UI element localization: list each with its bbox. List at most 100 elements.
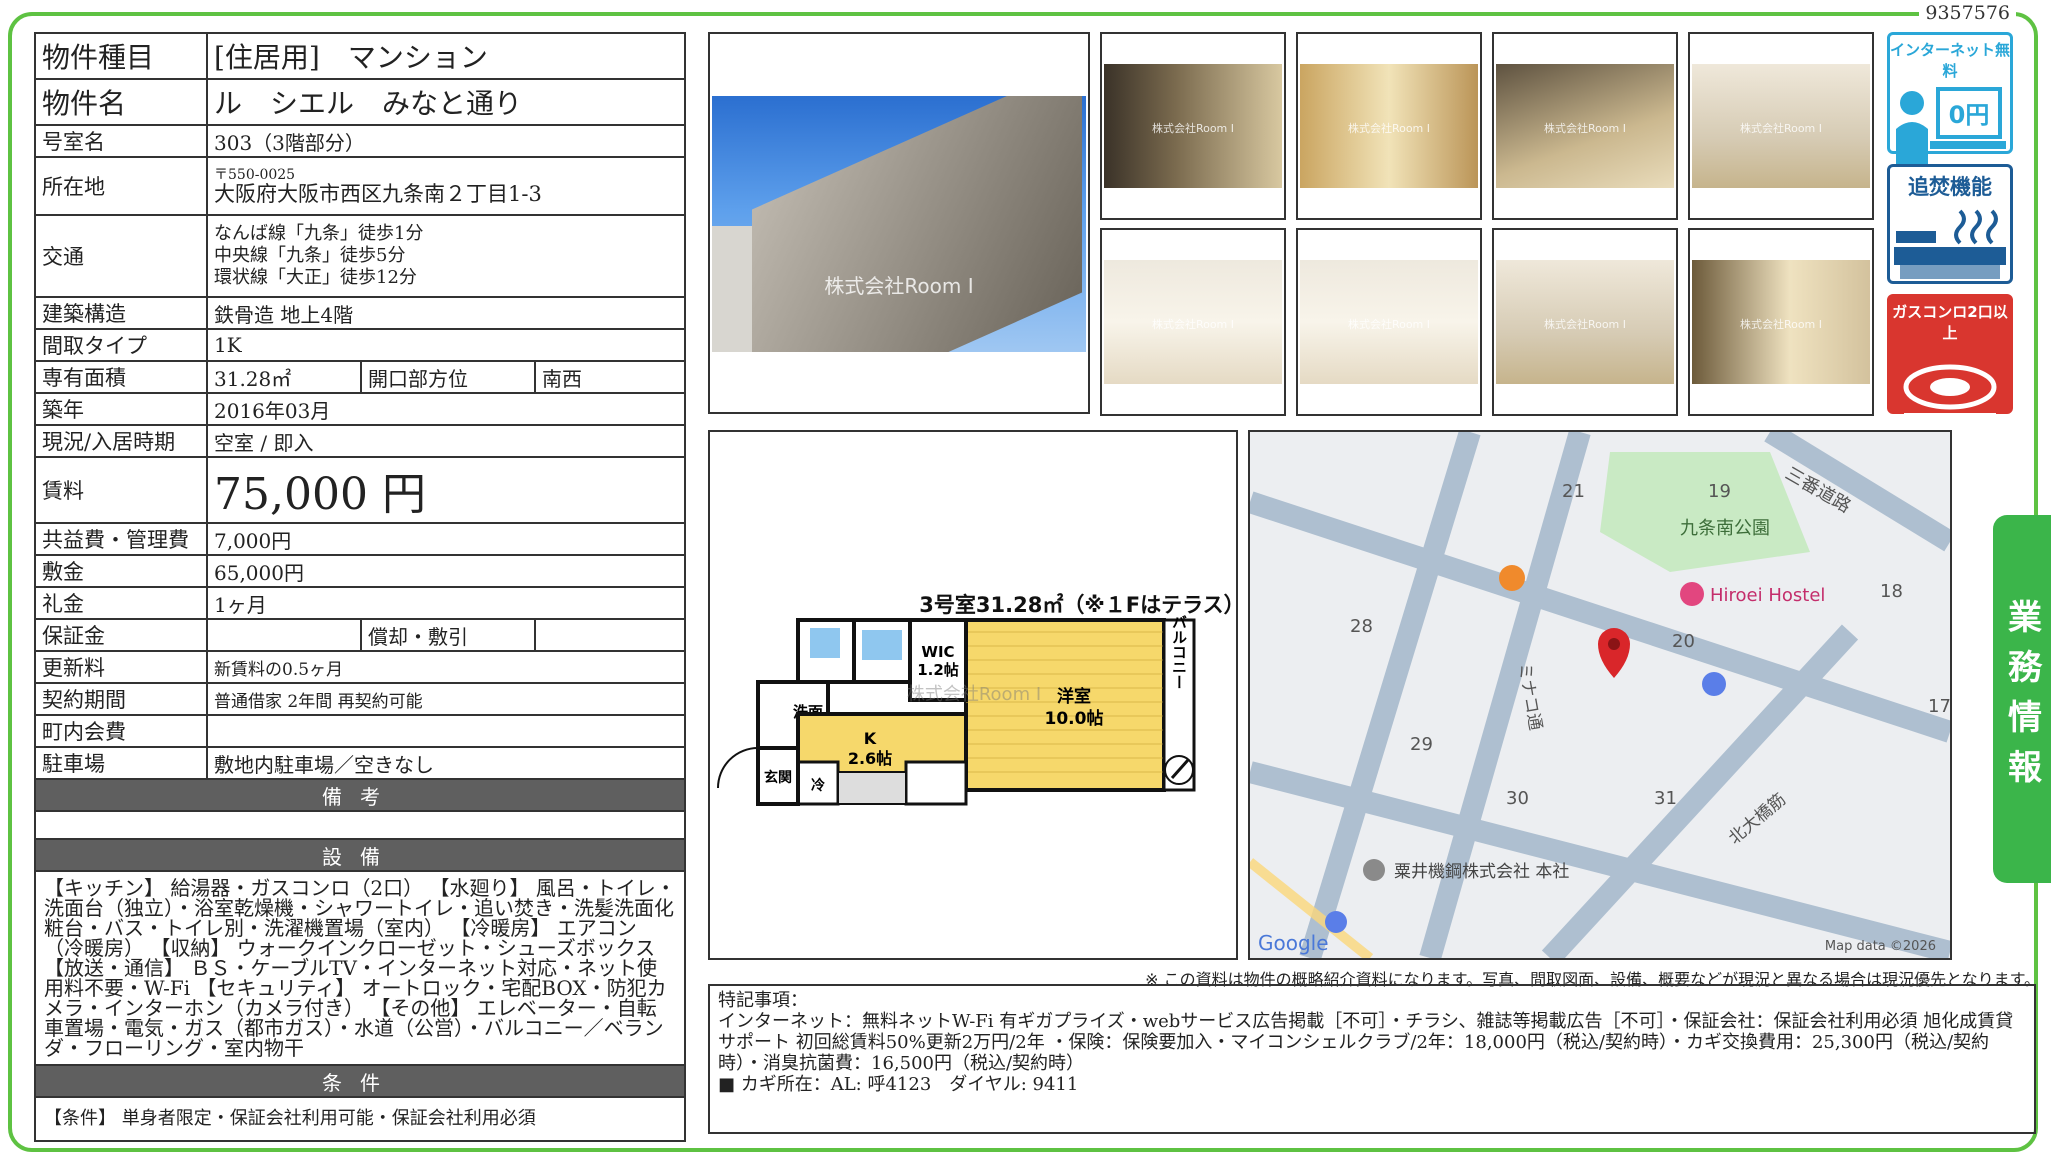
floor-plan[interactable]: 3号室31.28㎡（※１Fはテラス） 洋室 10.0帖 WIC 1.2帖 洗面 … bbox=[708, 430, 1245, 960]
label-built: 築年 bbox=[34, 392, 208, 426]
value-town-fee bbox=[206, 714, 686, 748]
row-layout: 間取タイプ 1K bbox=[34, 328, 686, 362]
label-type: 物件種目 bbox=[34, 32, 208, 80]
block-number: 31 bbox=[1654, 788, 1677, 809]
row-area: 専有面積 31.28㎡ 開口部方位 南西 bbox=[34, 360, 686, 394]
row-deposit: 敷金 65,000円 bbox=[34, 554, 686, 588]
property-info-table: 物件種目 [住居用] マンション 物件名 ル シエル みなと通り 号室名 303… bbox=[34, 32, 686, 1142]
label-direction: 開口部方位 bbox=[360, 360, 536, 394]
company-pin-icon bbox=[1363, 859, 1385, 881]
label-rent: 賃料 bbox=[34, 456, 208, 524]
value-area: 31.28㎡ bbox=[206, 360, 362, 394]
photo-thumb[interactable]: 株式会社Room I bbox=[1296, 32, 1482, 220]
label-address: 所在地 bbox=[34, 156, 208, 216]
block-number: 21 bbox=[1562, 481, 1585, 502]
row-renewal: 更新料 新賃料の0.5ヶ月 bbox=[34, 650, 686, 684]
document-id: 9357576 bbox=[1919, 2, 2016, 24]
wic-label: WIC bbox=[921, 643, 954, 661]
value-type: [住居用] マンション bbox=[206, 32, 686, 80]
block-number: 30 bbox=[1506, 788, 1529, 809]
value-contract: 普通借家 2年間 再契約可能 bbox=[206, 682, 686, 716]
photo-thumb[interactable]: 株式会社Room I bbox=[1100, 228, 1286, 416]
photo-thumb[interactable]: 株式会社Room I bbox=[1492, 32, 1678, 220]
value-parking: 敷地内駐車場／空きなし bbox=[206, 746, 686, 780]
row-name: 物件名 ル シエル みなと通り bbox=[34, 78, 686, 126]
value-renewal: 新賃料の0.5ヶ月 bbox=[206, 650, 686, 684]
value-key-money: 1ヶ月 bbox=[206, 586, 686, 620]
restaurant-pin-icon bbox=[1499, 565, 1525, 591]
map-drawing: 21 19 18 28 20 17 29 30 31 九条南公園 三番道路 ミナ… bbox=[1250, 432, 1950, 958]
kitchen-label: K bbox=[864, 729, 877, 748]
remarks-body bbox=[34, 810, 686, 840]
western-room-label: 洋室 bbox=[1057, 686, 1091, 707]
exterior-photo[interactable]: 株式会社Room I bbox=[708, 32, 1090, 414]
label-status: 現況/入居時期 bbox=[34, 424, 208, 458]
photo-thumb[interactable]: 株式会社Room I bbox=[1100, 32, 1286, 220]
floor-plan-drawing: 3号室31.28㎡（※１Fはテラス） 洋室 10.0帖 WIC 1.2帖 洗面 … bbox=[717, 593, 1245, 806]
value-amortization bbox=[534, 618, 686, 652]
wic-size: 1.2帖 bbox=[917, 661, 959, 679]
label-contract: 契約期間 bbox=[34, 682, 208, 716]
special-notes-body: インターネット：無料ネットW-Fi 有ギガプライズ・webサービス広告掲載［不可… bbox=[718, 1011, 2014, 1074]
label-layout: 間取タイプ bbox=[34, 328, 208, 362]
parking-icon bbox=[1325, 911, 1347, 933]
entrance-label: 玄関 bbox=[764, 769, 792, 786]
hostel-pin-icon bbox=[1680, 582, 1704, 606]
internet-free-icon: インターネット無料 0円 bbox=[1887, 32, 2013, 171]
business-info-tab[interactable]: 業務情報 bbox=[1993, 515, 2051, 883]
photo-thumb[interactable]: 株式会社Room I bbox=[1688, 228, 1874, 416]
row-town-fee: 町内会費 bbox=[34, 714, 686, 748]
value-deposit: 65,000円 bbox=[206, 554, 686, 588]
row-guarantee: 保証金 償却・敷引 bbox=[34, 618, 686, 652]
western-room-size: 10.0帖 bbox=[1045, 708, 1104, 729]
row-contract: 契約期間 普通借家 2年間 再契約可能 bbox=[34, 682, 686, 716]
row-status: 現況/入居時期 空室 / 即入 bbox=[34, 424, 686, 458]
block-number: 19 bbox=[1708, 481, 1731, 502]
block-number: 20 bbox=[1672, 631, 1695, 652]
value-guarantee bbox=[206, 618, 362, 652]
row-fee: 共益費・管理費 7,000円 bbox=[34, 522, 686, 556]
stove-burner-icon bbox=[1903, 364, 1997, 425]
value-rent: 75,000 円 bbox=[206, 456, 686, 524]
label-parking: 駐車場 bbox=[34, 746, 208, 780]
key-location: ■ カギ所在：AL: 呼4123 ダイヤル: 9411 bbox=[718, 1074, 1079, 1095]
row-type: 物件種目 [住居用] マンション bbox=[34, 32, 686, 80]
block-number: 18 bbox=[1880, 581, 1903, 602]
label-room: 号室名 bbox=[34, 124, 208, 158]
fridge-label: 冷 bbox=[811, 777, 825, 794]
photo-thumb[interactable]: 株式会社Room I bbox=[1296, 228, 1482, 416]
equipment-body: 【キッチン】 給湯器・ガスコンロ（2口） 【水廻り】 風呂・トイレ・洗面台（独立… bbox=[34, 870, 686, 1066]
block-number: 29 bbox=[1410, 734, 1433, 755]
special-notes-box: 特記事項： インターネット：無料ネットW-Fi 有ギガプライズ・webサービス広… bbox=[708, 984, 2036, 1134]
value-fee: 7,000円 bbox=[206, 522, 686, 556]
value-address: 大阪府大阪市西区九条南２丁目1-3 bbox=[214, 182, 542, 206]
google-logo: Google bbox=[1258, 931, 1329, 955]
label-transit: 交通 bbox=[34, 214, 208, 298]
transit-line: 中央線「九条」徒歩5分 bbox=[214, 245, 406, 266]
location-map[interactable]: 21 19 18 28 20 17 29 30 31 九条南公園 三番道路 ミナ… bbox=[1248, 430, 1952, 960]
row-parking: 駐車場 敷地内駐車場／空きなし bbox=[34, 746, 686, 780]
conditions-body: 【条件】 単身者限定・保証会社利用可能・保証会社利用必須 bbox=[34, 1096, 686, 1142]
photo-thumb[interactable]: 株式会社Room I bbox=[1688, 32, 1874, 220]
photo-thumb[interactable]: 株式会社Room I bbox=[1492, 228, 1678, 416]
svg-text:0円: 0円 bbox=[1949, 101, 1990, 129]
block-number: 28 bbox=[1350, 616, 1373, 637]
special-notes-title: 特記事項： bbox=[718, 990, 808, 1011]
value-room: 303（3階部分） bbox=[206, 124, 686, 158]
gas-stove-icon: ガスコンロ2口以上 bbox=[1887, 294, 2013, 425]
value-status: 空室 / 即入 bbox=[206, 424, 686, 458]
photo-watermark: 株式会社Room I bbox=[824, 274, 974, 299]
value-layout: 1K bbox=[206, 328, 686, 362]
row-address: 所在地 〒550-0025 大阪府大阪市西区九条南２丁目1-3 bbox=[34, 156, 686, 216]
label-fee: 共益費・管理費 bbox=[34, 522, 208, 556]
label-area: 専有面積 bbox=[34, 360, 208, 394]
label-structure: 建築構造 bbox=[34, 296, 208, 330]
remarks-header: 備考 bbox=[34, 778, 686, 812]
label-renewal: 更新料 bbox=[34, 650, 208, 684]
balcony-label: バルコニー bbox=[1170, 615, 1188, 690]
value-direction: 南西 bbox=[534, 360, 686, 394]
label-guarantee: 保証金 bbox=[34, 618, 208, 652]
value-structure: 鉄骨造 地上4階 bbox=[206, 296, 686, 330]
transit-line: 環状線「大正」徒歩12分 bbox=[214, 267, 417, 288]
label-deposit: 敷金 bbox=[34, 554, 208, 588]
